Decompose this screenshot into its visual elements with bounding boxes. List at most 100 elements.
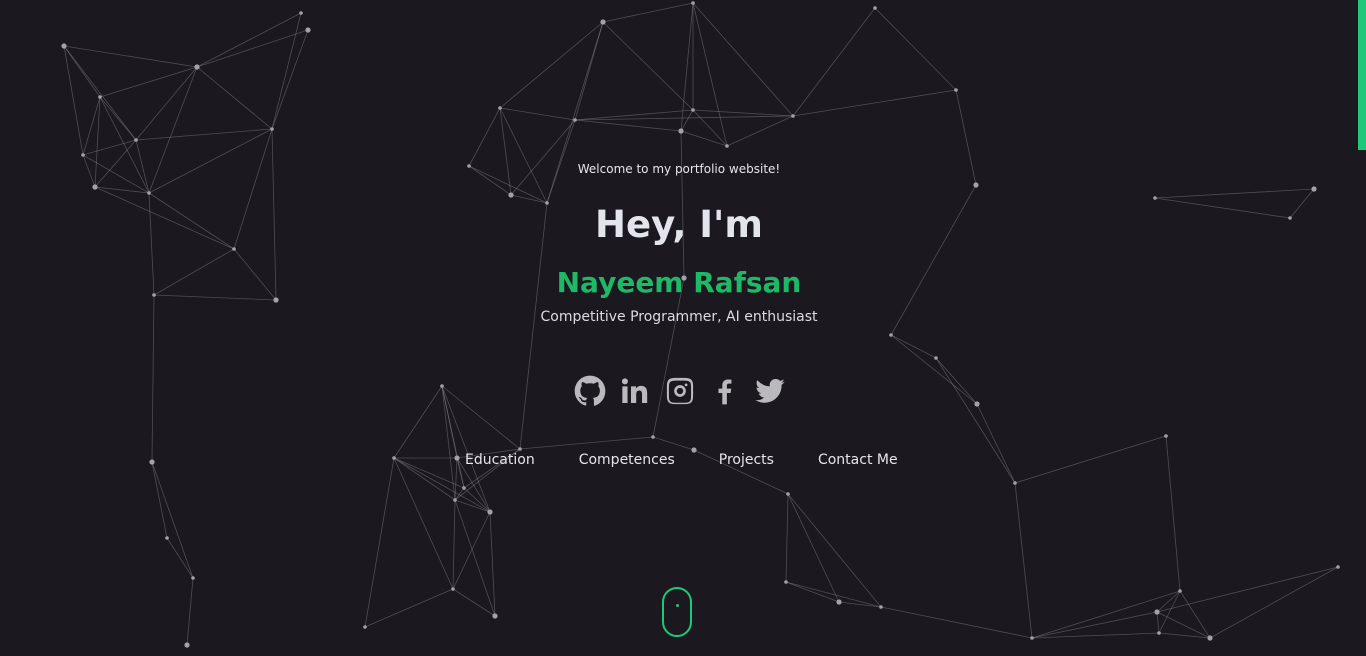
network-edge bbox=[1156, 611, 1160, 634]
network-node bbox=[889, 333, 893, 337]
portfolio-page: Welcome to my portfolio website! Hey, I'… bbox=[0, 0, 1366, 656]
network-node bbox=[134, 138, 138, 142]
scroll-down-mouse-icon[interactable] bbox=[662, 587, 692, 637]
network-edge bbox=[452, 499, 456, 590]
nav-education[interactable]: Education bbox=[465, 452, 535, 468]
network-edge bbox=[890, 334, 937, 359]
network-edge bbox=[393, 457, 465, 489]
network-edge bbox=[186, 577, 194, 646]
network-node bbox=[1207, 635, 1213, 641]
network-edge bbox=[692, 2, 794, 117]
network-node bbox=[440, 384, 444, 388]
network-node bbox=[1013, 481, 1017, 485]
network-edge bbox=[196, 66, 273, 130]
particle-network-background bbox=[61, 1, 1340, 648]
network-edge bbox=[785, 493, 789, 583]
network-node bbox=[61, 43, 67, 49]
network-node bbox=[879, 605, 883, 609]
network-edge bbox=[151, 461, 168, 539]
network-edge bbox=[393, 457, 454, 590]
network-node bbox=[92, 184, 98, 190]
network-node bbox=[392, 456, 396, 460]
network-edge bbox=[135, 128, 273, 141]
network-node bbox=[1030, 636, 1034, 640]
network-node bbox=[165, 536, 169, 540]
network-node bbox=[149, 459, 155, 465]
facebook-icon bbox=[709, 375, 741, 411]
tagline-text: Competitive Programmer, AI enthusiast bbox=[540, 309, 818, 325]
facebook-link[interactable] bbox=[708, 376, 742, 410]
name-heading: Nayeem Rafsan bbox=[556, 266, 802, 299]
network-edge bbox=[271, 29, 309, 130]
network-node bbox=[954, 88, 958, 92]
network-edge bbox=[99, 66, 198, 98]
network-node bbox=[305, 27, 311, 33]
instagram-link[interactable] bbox=[663, 376, 697, 410]
network-edge bbox=[151, 461, 194, 579]
network-node bbox=[98, 95, 102, 99]
network-edge bbox=[135, 66, 198, 141]
network-node bbox=[573, 118, 577, 122]
network-node bbox=[1164, 434, 1168, 438]
network-node bbox=[492, 613, 498, 619]
network-edge bbox=[574, 119, 682, 132]
network-edge bbox=[935, 357, 1016, 484]
nav-projects[interactable]: Projects bbox=[719, 452, 774, 468]
network-node bbox=[194, 64, 200, 70]
network-edge bbox=[63, 45, 198, 68]
main-navigation: Education Competences Projects Contact M… bbox=[465, 452, 898, 468]
network-edge bbox=[692, 109, 794, 117]
network-edge bbox=[602, 21, 694, 111]
network-edge bbox=[499, 107, 548, 204]
network-node bbox=[487, 509, 493, 515]
network-node bbox=[934, 356, 938, 360]
network-edge bbox=[787, 493, 882, 608]
network-edge bbox=[1158, 632, 1211, 639]
network-node bbox=[1311, 186, 1317, 192]
network-edge bbox=[1156, 566, 1339, 613]
network-edge bbox=[935, 357, 978, 405]
network-node bbox=[462, 486, 466, 490]
social-links bbox=[573, 375, 787, 411]
network-node bbox=[454, 455, 460, 461]
network-node bbox=[498, 106, 502, 110]
network-edge bbox=[792, 89, 957, 117]
network-node bbox=[791, 114, 795, 118]
nav-competences[interactable]: Competences bbox=[579, 452, 675, 468]
network-edge bbox=[510, 194, 548, 204]
network-edge bbox=[1209, 566, 1339, 639]
network-edge bbox=[1014, 482, 1033, 639]
network-edge bbox=[63, 45, 137, 141]
linkedin-link[interactable] bbox=[618, 376, 652, 410]
github-link[interactable] bbox=[573, 375, 607, 411]
network-node bbox=[1178, 589, 1182, 593]
network-node bbox=[191, 576, 195, 580]
twitter-link[interactable] bbox=[753, 376, 787, 410]
network-node bbox=[508, 192, 514, 198]
network-edge bbox=[364, 588, 454, 628]
network-node bbox=[691, 108, 695, 112]
network-edge bbox=[652, 277, 685, 438]
network-edge bbox=[1154, 188, 1315, 199]
network-edge bbox=[574, 115, 794, 121]
network-edge bbox=[602, 2, 694, 23]
nav-contact-me[interactable]: Contact Me bbox=[818, 452, 898, 468]
network-node bbox=[453, 498, 457, 502]
network-node bbox=[1157, 631, 1161, 635]
network-edge bbox=[364, 457, 395, 628]
network-node bbox=[270, 127, 274, 131]
twitter-icon bbox=[754, 375, 786, 411]
network-edge bbox=[1158, 590, 1181, 634]
network-edge bbox=[680, 2, 694, 132]
network-node bbox=[363, 625, 367, 629]
network-edge bbox=[510, 119, 576, 196]
network-edge bbox=[393, 385, 443, 459]
network-edge bbox=[454, 499, 496, 617]
network-edge bbox=[452, 511, 491, 590]
github-icon bbox=[574, 375, 606, 411]
network-edge bbox=[489, 511, 496, 617]
network-edge bbox=[792, 7, 876, 117]
network-node bbox=[651, 435, 655, 439]
network-edge bbox=[726, 115, 794, 147]
network-edge bbox=[519, 436, 654, 450]
